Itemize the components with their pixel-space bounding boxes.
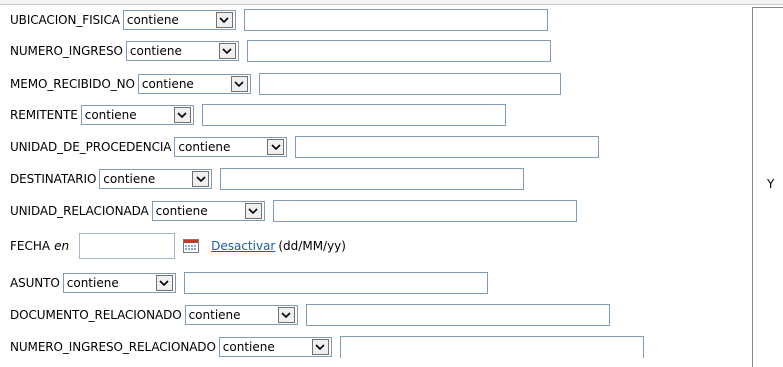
- filter-row-unidad-relacionada: UNIDAD_RELACIONADA contiene: [10, 200, 577, 222]
- operator-value: contiene: [141, 77, 194, 91]
- filter-row-numero-ingreso: NUMERO_INGRESO contiene: [10, 40, 551, 62]
- filter-row-fecha: FECHA en Desactivar (dd/MM/yy): [10, 232, 346, 260]
- filter-value-input[interactable]: [220, 168, 525, 190]
- operator-select[interactable]: contiene: [80, 105, 194, 125]
- operator-value: contiene: [84, 108, 137, 122]
- filter-row-memo-recibido-no: MEMO_RECIBIDO_NO contiene: [10, 73, 561, 95]
- field-label: NUMERO_INGRESO: [10, 44, 123, 58]
- date-format-hint: (dd/MM/yy): [278, 239, 346, 253]
- filter-row-remitente: REMITENTE contiene: [10, 104, 506, 126]
- filter-row-ubicacion-fisica: UBICACION_FISICA contiene: [10, 9, 548, 31]
- operator-select[interactable]: contiene: [125, 41, 239, 61]
- filter-value-input[interactable]: [246, 40, 551, 62]
- filter-value-input[interactable]: [339, 336, 644, 358]
- filter-row-destinatario: DESTINATARIO contiene: [10, 168, 525, 190]
- operator-select[interactable]: contiene: [174, 137, 288, 157]
- filter-value-input[interactable]: [305, 304, 610, 326]
- field-label: DOCUMENTO_RELACIONADO: [10, 308, 182, 322]
- chevron-down-icon[interactable]: [218, 43, 236, 59]
- field-label: NUMERO_INGRESO_RELACIONADO: [10, 340, 216, 354]
- chevron-down-icon[interactable]: [192, 171, 210, 187]
- operator-value: contiene: [103, 172, 156, 186]
- filter-row-documento-relacionado: DOCUMENTO_RELACIONADO contiene: [10, 304, 610, 326]
- deactivate-date-link[interactable]: Desactivar: [211, 239, 275, 253]
- operator-value: contiene: [188, 308, 241, 322]
- field-label: ASUNTO: [10, 276, 60, 290]
- date-qualifier: en: [54, 239, 70, 253]
- chevron-down-icon[interactable]: [215, 12, 233, 28]
- field-label: UNIDAD_RELACIONADA: [10, 204, 149, 218]
- filter-value-input[interactable]: [272, 200, 577, 222]
- field-label: DESTINATARIO: [10, 172, 97, 186]
- connector-y-label: Y: [767, 177, 775, 191]
- operator-select[interactable]: contiene: [218, 337, 332, 357]
- filter-value-input[interactable]: [183, 272, 488, 294]
- operator-select[interactable]: contiene: [62, 273, 176, 293]
- chevron-down-icon[interactable]: [267, 139, 285, 155]
- chevron-down-icon[interactable]: [277, 307, 295, 323]
- chevron-down-icon[interactable]: [155, 275, 173, 291]
- operator-value: contiene: [222, 340, 275, 354]
- calendar-icon[interactable]: [183, 239, 200, 253]
- field-label: REMITENTE: [10, 108, 78, 122]
- filter-value-input[interactable]: [201, 104, 506, 126]
- operator-select[interactable]: contiene: [99, 169, 213, 189]
- operator-value: contiene: [126, 13, 179, 27]
- operator-select[interactable]: contiene: [184, 305, 298, 325]
- field-label: UBICACION_FISICA: [10, 13, 120, 27]
- filter-row-unidad-de-procedencia: UNIDAD_DE_PROCEDENCIA contiene: [10, 136, 600, 158]
- operator-select[interactable]: contiene: [137, 74, 251, 94]
- filter-row-asunto: ASUNTO contiene: [10, 272, 488, 294]
- operator-value: contiene: [178, 140, 231, 154]
- filter-value-input[interactable]: [295, 136, 600, 158]
- field-label: MEMO_RECIBIDO_NO: [10, 77, 135, 91]
- filter-row-numero-ingreso-relacionado: NUMERO_INGRESO_RELACIONADO contiene: [10, 336, 644, 358]
- chevron-down-icon[interactable]: [230, 76, 248, 92]
- operator-value: contiene: [129, 44, 182, 58]
- date-input[interactable]: [79, 233, 176, 259]
- chevron-down-icon[interactable]: [311, 339, 329, 355]
- field-label: UNIDAD_DE_PROCEDENCIA: [10, 140, 172, 154]
- operator-select[interactable]: contiene: [122, 10, 236, 30]
- chevron-down-icon[interactable]: [173, 107, 191, 123]
- field-label: FECHA: [10, 239, 51, 253]
- operator-select[interactable]: contiene: [151, 201, 265, 221]
- top-divider: [0, 0, 783, 5]
- filter-value-input[interactable]: [258, 73, 561, 95]
- operator-value: contiene: [66, 276, 119, 290]
- filter-value-input[interactable]: [243, 9, 548, 31]
- operator-value: contiene: [155, 204, 208, 218]
- chevron-down-icon[interactable]: [244, 203, 262, 219]
